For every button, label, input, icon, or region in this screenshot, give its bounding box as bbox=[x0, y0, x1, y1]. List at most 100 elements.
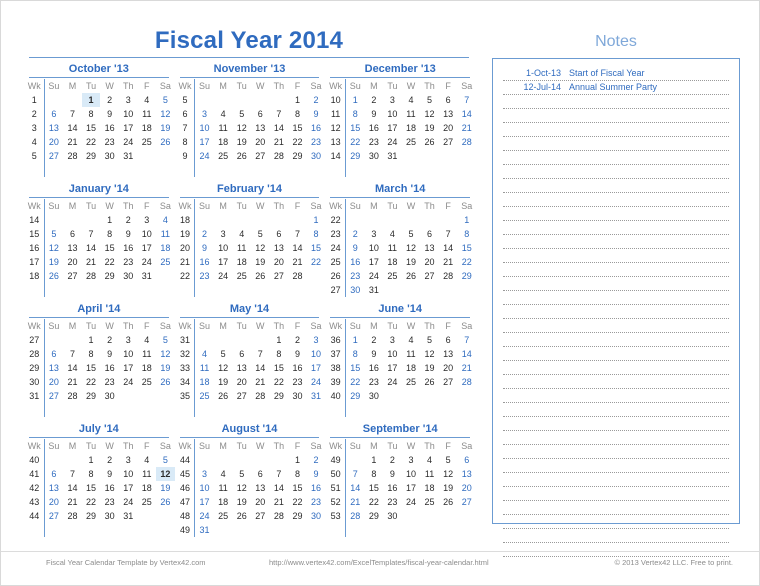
day-cell[interactable]: 7 bbox=[457, 93, 476, 107]
day-cell[interactable]: 30 bbox=[307, 509, 326, 523]
day-cell[interactable]: 24 bbox=[365, 269, 384, 283]
day-cell[interactable]: 29 bbox=[100, 269, 119, 283]
day-cell[interactable]: 27 bbox=[439, 135, 458, 149]
day-cell[interactable]: 18 bbox=[383, 255, 402, 269]
day-cell[interactable]: 11 bbox=[214, 481, 233, 495]
day-cell[interactable]: 8 bbox=[100, 227, 119, 241]
day-cell[interactable]: 9 bbox=[100, 467, 119, 481]
day-cell[interactable]: 24 bbox=[383, 135, 402, 149]
note-blank-line[interactable] bbox=[503, 473, 729, 487]
note-blank-line[interactable] bbox=[503, 417, 729, 431]
day-cell[interactable]: 4 bbox=[420, 453, 439, 467]
day-cell[interactable]: 24 bbox=[119, 375, 138, 389]
day-cell[interactable]: 4 bbox=[156, 213, 175, 227]
day-cell[interactable]: 9 bbox=[345, 241, 364, 255]
day-cell[interactable]: 18 bbox=[232, 255, 251, 269]
day-cell[interactable]: 11 bbox=[402, 347, 421, 361]
day-cell[interactable]: 5 bbox=[402, 227, 421, 241]
day-cell[interactable]: 5 bbox=[156, 333, 175, 347]
day-cell[interactable]: 11 bbox=[402, 107, 421, 121]
day-cell[interactable]: 22 bbox=[365, 495, 384, 509]
note-blank-line[interactable] bbox=[503, 263, 729, 277]
day-cell[interactable]: 22 bbox=[288, 495, 307, 509]
day-cell[interactable]: 19 bbox=[439, 481, 458, 495]
day-cell[interactable]: 4 bbox=[402, 333, 421, 347]
day-cell[interactable]: 26 bbox=[156, 135, 175, 149]
day-cell[interactable]: 24 bbox=[138, 255, 157, 269]
day-cell[interactable]: 4 bbox=[214, 467, 233, 481]
day-cell[interactable]: 20 bbox=[270, 255, 289, 269]
day-cell[interactable]: 25 bbox=[156, 255, 175, 269]
day-cell[interactable]: 24 bbox=[119, 495, 138, 509]
day-cell[interactable]: 21 bbox=[345, 495, 364, 509]
day-cell[interactable]: 20 bbox=[439, 121, 458, 135]
day-cell[interactable]: 15 bbox=[307, 241, 326, 255]
day-cell[interactable]: 8 bbox=[82, 467, 101, 481]
day-cell[interactable]: 11 bbox=[138, 107, 157, 121]
day-cell[interactable]: 25 bbox=[214, 149, 233, 163]
day-cell[interactable]: 2 bbox=[365, 333, 384, 347]
day-cell[interactable]: 10 bbox=[383, 107, 402, 121]
note-blank-line[interactable] bbox=[503, 501, 729, 515]
day-cell[interactable]: 4 bbox=[195, 347, 214, 361]
day-cell[interactable]: 12 bbox=[402, 241, 421, 255]
day-cell[interactable]: 4 bbox=[138, 93, 157, 107]
note-blank-line[interactable] bbox=[503, 151, 729, 165]
day-cell[interactable]: 30 bbox=[288, 389, 307, 403]
day-cell[interactable]: 27 bbox=[270, 269, 289, 283]
day-cell[interactable]: 22 bbox=[307, 255, 326, 269]
day-cell[interactable]: 7 bbox=[82, 227, 101, 241]
day-cell[interactable]: 16 bbox=[345, 255, 364, 269]
day-cell[interactable]: 8 bbox=[82, 347, 101, 361]
day-cell[interactable]: 5 bbox=[232, 467, 251, 481]
day-cell[interactable]: 25 bbox=[214, 509, 233, 523]
day-cell[interactable]: 5 bbox=[214, 347, 233, 361]
day-cell[interactable]: 30 bbox=[365, 389, 384, 403]
day-cell[interactable]: 1 bbox=[270, 333, 289, 347]
day-cell[interactable]: 17 bbox=[119, 481, 138, 495]
day-cell[interactable]: 15 bbox=[82, 481, 101, 495]
day-cell[interactable]: 4 bbox=[402, 93, 421, 107]
day-cell[interactable]: 28 bbox=[82, 269, 101, 283]
day-cell[interactable]: 26 bbox=[156, 375, 175, 389]
day-cell[interactable]: 13 bbox=[439, 347, 458, 361]
note-blank-line[interactable] bbox=[503, 221, 729, 235]
day-cell[interactable]: 15 bbox=[270, 361, 289, 375]
day-cell[interactable]: 18 bbox=[420, 481, 439, 495]
day-cell[interactable]: 27 bbox=[44, 149, 63, 163]
day-cell[interactable]: 14 bbox=[439, 241, 458, 255]
day-cell[interactable]: 22 bbox=[82, 375, 101, 389]
note-blank-line[interactable] bbox=[503, 137, 729, 151]
day-cell[interactable]: 31 bbox=[365, 283, 384, 297]
day-cell[interactable]: 19 bbox=[402, 255, 421, 269]
day-cell[interactable]: 14 bbox=[63, 481, 82, 495]
day-cell[interactable]: 28 bbox=[288, 269, 307, 283]
day-cell[interactable]: 3 bbox=[138, 213, 157, 227]
day-cell[interactable]: 8 bbox=[345, 347, 364, 361]
day-cell[interactable]: 16 bbox=[365, 361, 384, 375]
day-cell[interactable]: 23 bbox=[119, 255, 138, 269]
day-cell[interactable]: 11 bbox=[156, 227, 175, 241]
day-cell[interactable]: 9 bbox=[307, 107, 326, 121]
day-cell[interactable]: 3 bbox=[307, 333, 326, 347]
day-cell[interactable]: 10 bbox=[119, 107, 138, 121]
day-cell[interactable]: 22 bbox=[345, 375, 364, 389]
day-cell[interactable]: 4 bbox=[232, 227, 251, 241]
day-cell[interactable]: 5 bbox=[439, 453, 458, 467]
day-cell[interactable]: 27 bbox=[232, 389, 251, 403]
day-cell[interactable]: 19 bbox=[420, 361, 439, 375]
day-cell[interactable]: 17 bbox=[383, 361, 402, 375]
note-blank-line[interactable] bbox=[503, 529, 729, 543]
day-cell[interactable]: 1 bbox=[345, 333, 364, 347]
day-cell[interactable]: 6 bbox=[63, 227, 82, 241]
day-cell[interactable]: 10 bbox=[119, 467, 138, 481]
day-cell[interactable]: 12 bbox=[420, 347, 439, 361]
day-cell[interactable]: 21 bbox=[63, 135, 82, 149]
day-cell[interactable]: 25 bbox=[195, 389, 214, 403]
day-cell[interactable]: 20 bbox=[232, 375, 251, 389]
day-cell[interactable]: 24 bbox=[119, 135, 138, 149]
note-blank-line[interactable] bbox=[503, 179, 729, 193]
day-cell[interactable]: 13 bbox=[251, 121, 270, 135]
day-cell[interactable]: 23 bbox=[288, 375, 307, 389]
day-cell[interactable]: 16 bbox=[383, 481, 402, 495]
